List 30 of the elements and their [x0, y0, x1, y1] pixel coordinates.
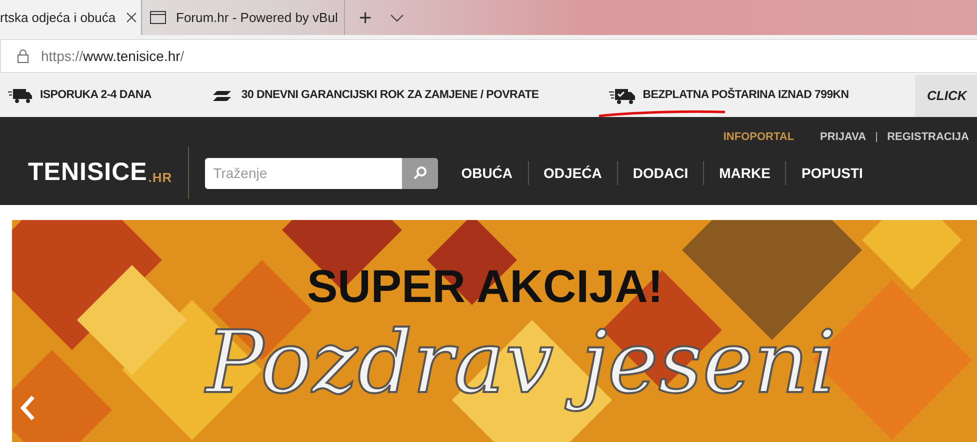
header-link[interactable]: INFOPORTAL: [723, 128, 794, 146]
truck-icon: [8, 89, 32, 103]
search-button[interactable]: [402, 158, 438, 188]
nav-link[interactable]: OBUĆA: [446, 161, 528, 185]
lock-icon: [17, 49, 29, 63]
banner-headline: SUPER AKCIJA!: [307, 259, 664, 314]
search-icon: [413, 166, 428, 180]
promo-text: 30 DNEVNI GARANCIJSKI ROK ZA ZAMJENE / POVRATE: [241, 88, 539, 104]
new-tab-button[interactable]: +: [358, 1, 372, 34]
return-arrows-icon: [211, 90, 234, 102]
search-field[interactable]: Traženje: [205, 158, 402, 188]
click-button[interactable]: CLICK: [915, 75, 977, 117]
promo-text: ISPORUKA 2-4 DANA: [40, 88, 152, 104]
address-field[interactable]: https://www.tenisice.hr/: [0, 39, 977, 73]
banner-script-text: Pozdrav jeseni: [204, 312, 838, 415]
close-icon[interactable]: [126, 12, 137, 23]
browser-tab[interactable]: rtska odjeća i obuća: [0, 0, 142, 35]
carousel-prev-button[interactable]: [20, 395, 36, 421]
header-link[interactable]: PRIJAVA: [820, 128, 866, 146]
nav-link[interactable]: DODACI: [616, 161, 704, 185]
page-icon: [150, 11, 166, 24]
logo[interactable]: TENISICE.HR: [0, 147, 190, 199]
nav-link[interactable]: ODJEĆA: [528, 161, 617, 185]
truck-icon: [608, 88, 635, 104]
nav-link[interactable]: POPUSTI: [785, 161, 878, 185]
header-link[interactable]: REGISTRACIJA: [887, 128, 969, 146]
url-text: https://www.tenisice.hr/: [41, 46, 184, 66]
promo-text: BEZPLATNA POŠTARINA IZNAD 799KN: [642, 87, 849, 104]
chevron-down-icon[interactable]: [390, 14, 404, 22]
nav-link[interactable]: MARKE: [703, 161, 786, 185]
